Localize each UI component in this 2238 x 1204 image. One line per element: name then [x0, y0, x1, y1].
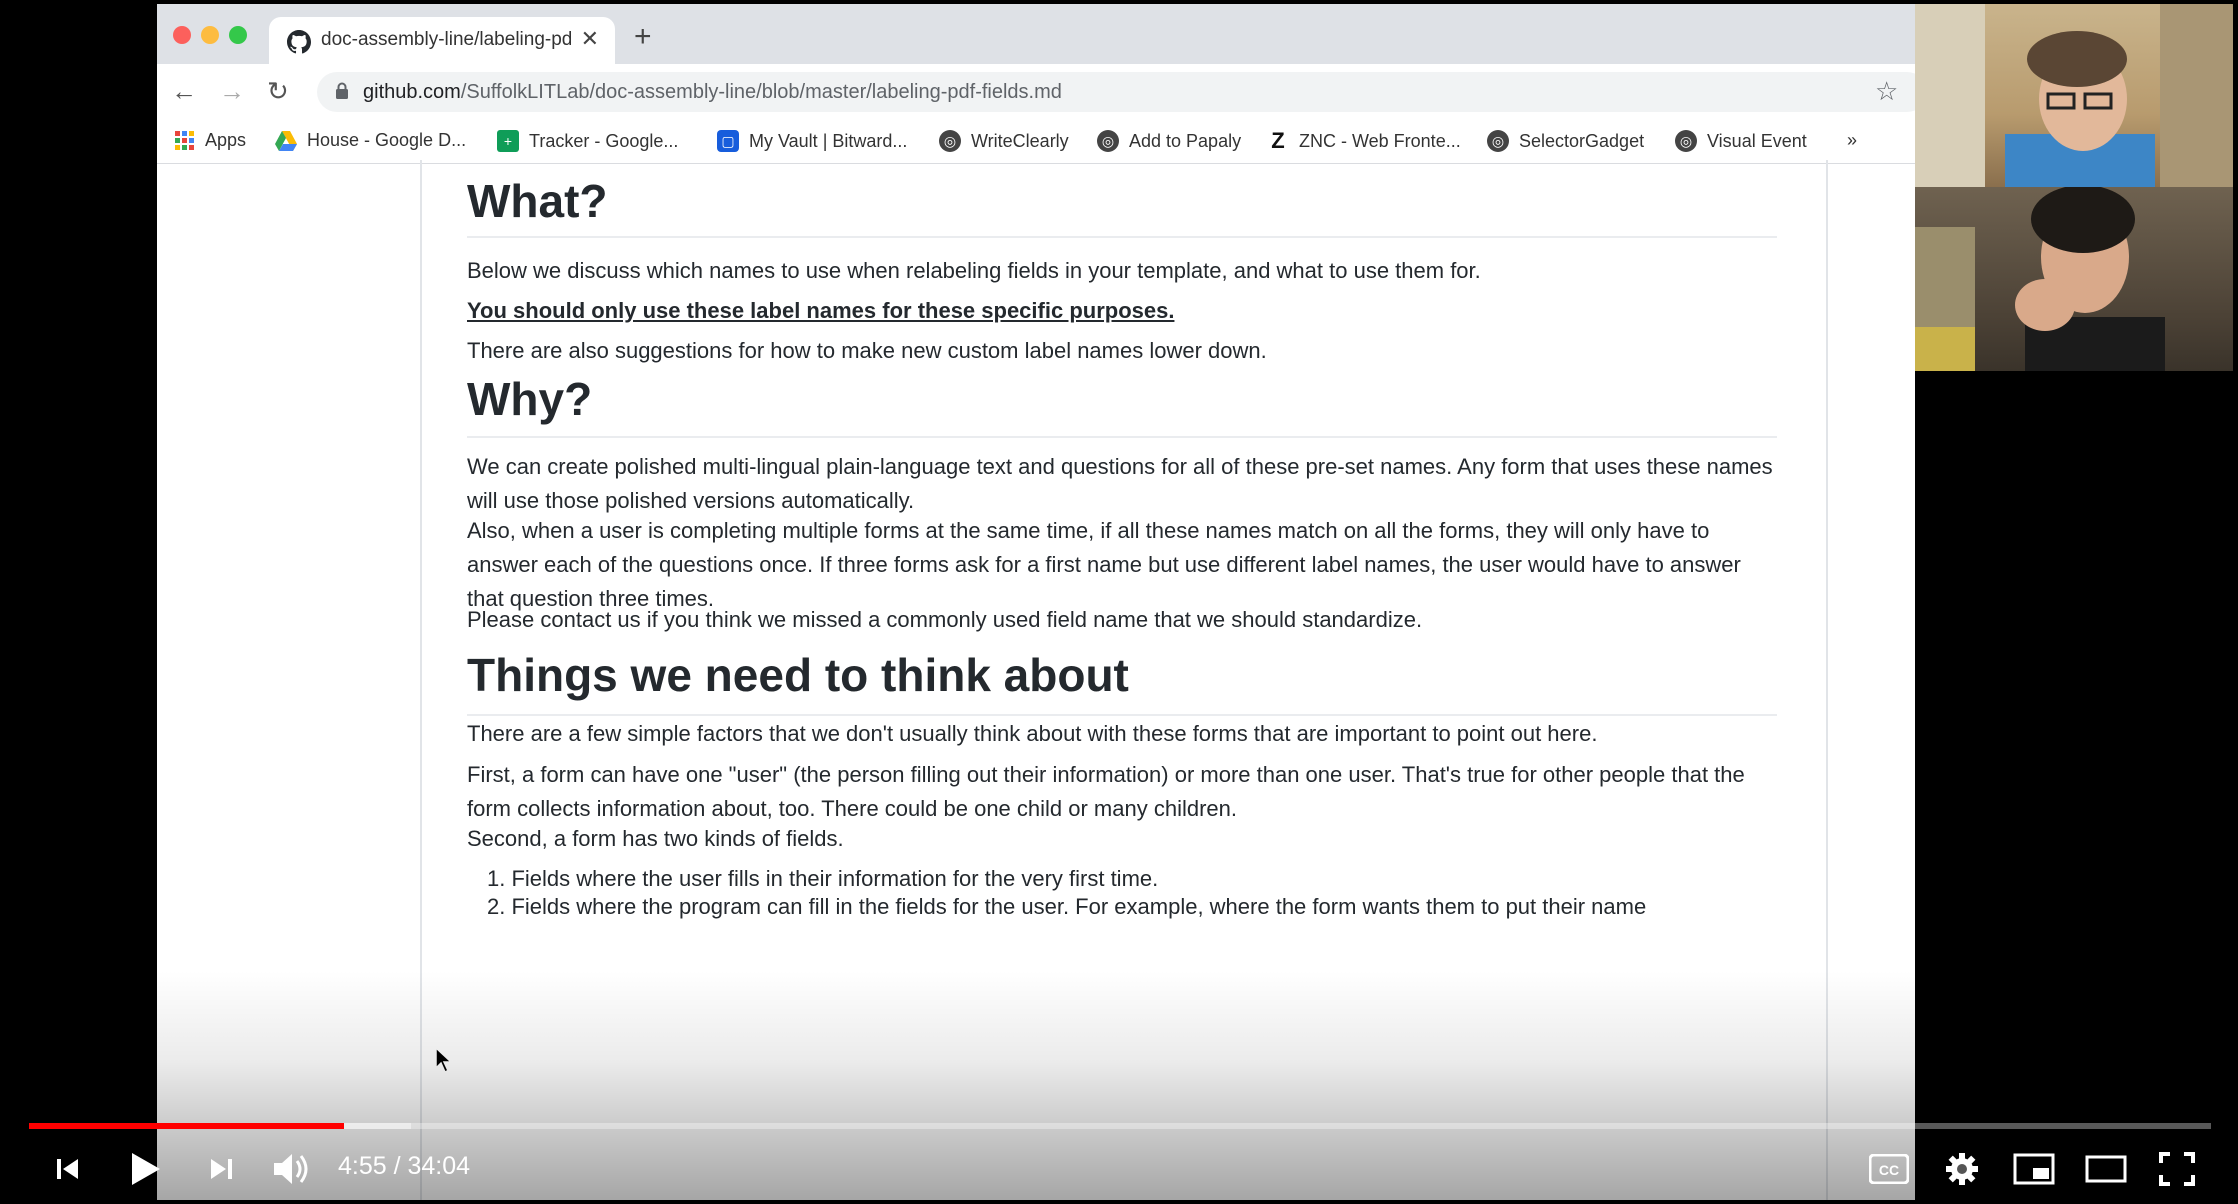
bookmark-house[interactable]: House - Google D...: [275, 130, 466, 151]
heading-divider: [467, 436, 1777, 438]
heading-divider: [467, 714, 1777, 716]
address-bar[interactable]: github.com/SuffolkLITLab/doc-assembly-li…: [317, 72, 1915, 112]
forward-button[interactable]: →: [219, 76, 245, 107]
heading-what: What?: [467, 175, 608, 227]
bookmarks-overflow-button[interactable]: »: [1847, 130, 1857, 151]
google-drive-icon: [275, 130, 297, 151]
time-display: 4:55 / 34:04: [338, 1152, 471, 1180]
paragraph: There are also suggestions for how to ma…: [467, 338, 1267, 363]
webcam-participant-2: [1915, 187, 2233, 371]
bookmark-star-icon[interactable]: ☆: [1875, 76, 1898, 107]
gear-icon: [1946, 1153, 1978, 1185]
globe-icon: ◎: [1097, 130, 1119, 152]
paragraph: We can create polished multi-lingual pla…: [467, 454, 1773, 513]
paragraph: Below we discuss which names to use when…: [467, 258, 1481, 283]
bookmark-znc[interactable]: Z ZNC - Web Fronte...: [1267, 128, 1461, 153]
bookmark-label: Visual Event: [1707, 130, 1807, 151]
lock-icon: [336, 82, 348, 99]
bookmark-bitwarden[interactable]: ▢ My Vault | Bitward...: [717, 130, 907, 152]
participant-2-video: [1915, 187, 2165, 371]
heading-divider: [467, 236, 1777, 238]
skip-previous-icon: [57, 1159, 78, 1179]
bookmark-label: Apps: [205, 130, 247, 150]
captions-icon: CC: [1869, 1154, 1909, 1184]
minimize-window-button[interactable]: [201, 26, 219, 44]
fullscreen-button[interactable]: [2155, 1147, 2199, 1191]
tab-strip: doc-assembly-line/labeling-pd ✕ +: [157, 4, 1915, 64]
close-window-button[interactable]: [173, 26, 191, 44]
miniplayer-button[interactable]: [2011, 1147, 2057, 1191]
url-domain: github.com: [363, 81, 461, 103]
theater-mode-button[interactable]: [2083, 1147, 2129, 1191]
paragraph: Also, when a user is completing multiple…: [467, 518, 1741, 611]
znc-icon: Z: [1271, 128, 1285, 153]
video-frame[interactable]: doc-assembly-line/labeling-pd ✕ + ← → ↻ …: [5, 4, 2233, 1200]
bookmark-visual-event[interactable]: ◎ Visual Event: [1675, 130, 1807, 152]
bookmark-label: WriteClearly: [971, 130, 1069, 151]
bookmark-label: ZNC - Web Fronte...: [1299, 130, 1461, 151]
volume-icon: [274, 1154, 308, 1184]
url-path: /SuffolkLITLab/doc-assembly-line/blob/ma…: [460, 81, 1062, 103]
reload-button[interactable]: ↻: [267, 76, 289, 107]
url-text: github.com/SuffolkLITLab/doc-assembly-li…: [363, 81, 1062, 104]
browser-toolbar: ← → ↻ github.com/SuffolkLITLab/doc-assem…: [157, 64, 1915, 120]
bookmarks-bar: Apps House - Google D... + Tracker - Goo…: [157, 120, 1915, 164]
browser-tab[interactable]: doc-assembly-line/labeling-pd ✕: [269, 17, 615, 64]
bookmark-label: House - Google D...: [307, 130, 467, 150]
captions-label: CC: [1879, 1162, 1899, 1178]
paragraph: There are a few simple factors that we d…: [467, 721, 1598, 746]
tab-close-icon[interactable]: ✕: [581, 26, 599, 52]
theater-mode-icon: [2085, 1155, 2127, 1183]
bookmark-label: My Vault | Bitward...: [749, 130, 908, 151]
played-bar: [29, 1123, 344, 1129]
bookmark-label: SelectorGadget: [1519, 130, 1645, 151]
bookmark-selectorgadget[interactable]: ◎ SelectorGadget: [1487, 130, 1644, 152]
bookmark-tracker[interactable]: + Tracker - Google...: [497, 130, 678, 152]
play-icon: [132, 1153, 160, 1185]
previous-button[interactable]: [45, 1147, 89, 1191]
bookmark-papaly[interactable]: ◎ Add to Papaly: [1097, 130, 1241, 152]
globe-icon: ◎: [1675, 130, 1697, 152]
heading-why: Why?: [467, 373, 593, 425]
bitwarden-icon: ▢: [717, 130, 739, 152]
emphasis-paragraph: You should only use these label names fo…: [467, 298, 1175, 323]
progress-bar[interactable]: [29, 1123, 2211, 1129]
google-sheets-icon: +: [497, 130, 519, 152]
back-button[interactable]: ←: [171, 76, 197, 107]
github-icon: [287, 30, 311, 54]
skip-next-icon: [211, 1159, 232, 1179]
paragraph: First, a form can have one "user" (the p…: [467, 762, 1745, 821]
apps-grid-icon: [175, 130, 194, 150]
fullscreen-icon: [2159, 1152, 2195, 1186]
bookmark-apps[interactable]: Apps: [175, 130, 246, 151]
list-item: 2. Fields where the program can fill in …: [487, 894, 1647, 919]
participant-1-video: [1915, 4, 2233, 187]
bookmark-label: Add to Papaly: [1129, 130, 1242, 151]
volume-button[interactable]: [267, 1147, 317, 1191]
miniplayer-icon: [2013, 1153, 2055, 1185]
paragraph: Please contact us if you think we missed…: [467, 607, 1423, 632]
next-button[interactable]: [200, 1147, 244, 1191]
paragraph: Second, a form has two kinds of fields.: [467, 826, 844, 851]
bookmark-label: Tracker - Google...: [529, 130, 679, 151]
maximize-window-button[interactable]: [229, 26, 247, 44]
webcam-participant-1: [1915, 4, 2233, 187]
globe-icon: ◎: [939, 130, 961, 152]
tab-title: doc-assembly-line/labeling-pd: [321, 29, 571, 50]
settings-button[interactable]: [1940, 1147, 1984, 1191]
globe-icon: ◎: [1487, 130, 1509, 152]
captions-button[interactable]: CC: [1867, 1147, 1911, 1191]
play-button[interactable]: [120, 1147, 170, 1191]
new-tab-button[interactable]: +: [634, 20, 652, 54]
heading-things: Things we need to think about: [467, 649, 1129, 701]
bookmark-writeclearly[interactable]: ◎ WriteClearly: [939, 130, 1069, 152]
